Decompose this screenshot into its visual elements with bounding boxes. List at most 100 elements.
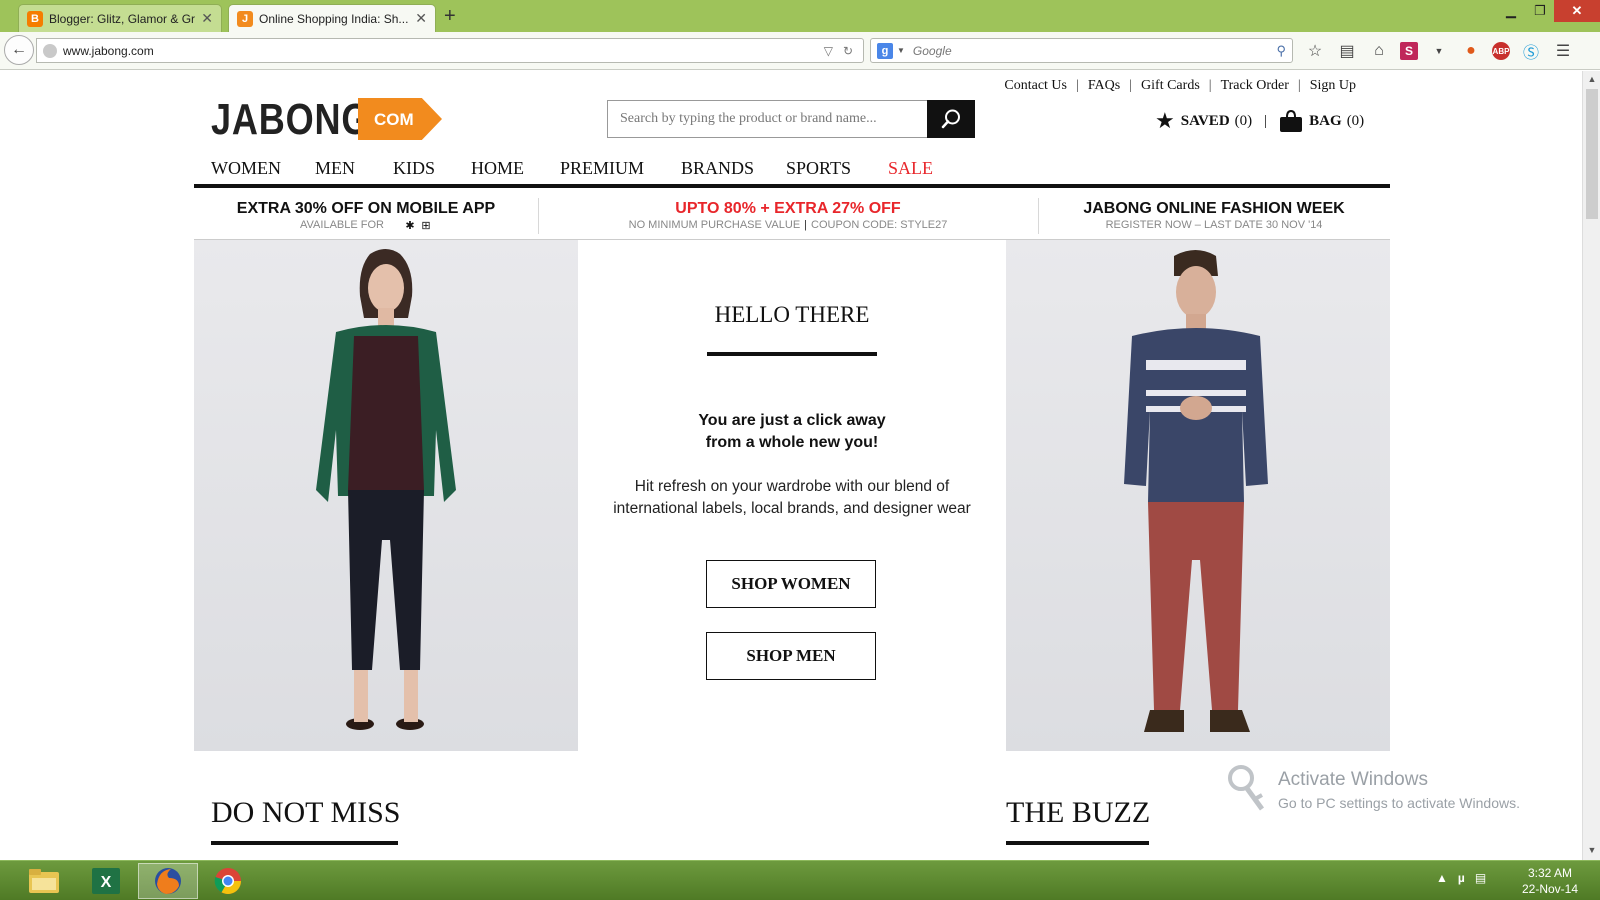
nav-sale[interactable]: SALE xyxy=(888,158,933,179)
browser-search-placeholder: Google xyxy=(912,43,952,58)
menu-icon[interactable]: ☰ xyxy=(1552,40,1574,62)
skype-icon[interactable]: Ⓢ xyxy=(1520,40,1542,62)
s-extension-icon[interactable]: S xyxy=(1400,42,1418,60)
promo-title: JABONG ONLINE FASHION WEEK xyxy=(1083,200,1345,217)
extension-dropdown-icon[interactable]: ▼ xyxy=(1428,40,1450,62)
nav-brands[interactable]: BRANDS xyxy=(681,158,754,179)
tab-label: Blogger: Glitz, Glamor & Gr... xyxy=(49,11,196,26)
nav-kids[interactable]: KIDS xyxy=(393,158,435,179)
firefox-taskbar-button[interactable] xyxy=(138,863,198,899)
excel-icon[interactable]: X xyxy=(76,863,136,899)
nav-premium[interactable]: PREMIUM xyxy=(560,158,644,179)
hero-title: HELLO THERE xyxy=(714,302,870,327)
adblock-icon[interactable]: ABP xyxy=(1492,42,1510,60)
restore-icon[interactable]: ❐ xyxy=(1526,0,1554,22)
key-icon xyxy=(1228,765,1265,811)
scroll-thumb[interactable] xyxy=(1586,89,1598,219)
engine-dropdown-icon[interactable]: ▼ xyxy=(897,46,905,55)
minimize-icon[interactable]: ▁ xyxy=(1496,0,1526,22)
bookmark-star-icon[interactable]: ☆ xyxy=(1304,40,1326,62)
close-window-icon[interactable]: ✕ xyxy=(1554,0,1600,22)
promo-title: UPTO 80% + EXTRA 27% OFF xyxy=(675,200,901,217)
jabong-logo[interactable]: JABONG COM xyxy=(211,93,442,144)
faqs-link[interactable]: FAQs xyxy=(1088,78,1120,94)
main-nav: WOMEN MEN KIDS HOME PREMIUM BRANDS SPORT… xyxy=(194,153,1390,188)
scroll-up-icon[interactable]: ▲ xyxy=(1583,74,1600,84)
saved-star-icon: ★ xyxy=(1155,108,1175,133)
jabong-icon: J xyxy=(237,10,253,27)
bag-count: (0) xyxy=(1346,112,1365,129)
nav-men[interactable]: MEN xyxy=(315,158,355,179)
site-search: Search by typing the product or brand na… xyxy=(607,100,975,138)
browser-toolbar-icons: ☆ ▤ ⌂ S ▼ ● ABP Ⓢ ☰ xyxy=(1304,40,1574,62)
browser-tab-jabong[interactable]: J Online Shopping India: Sh... ✕ xyxy=(228,4,436,32)
promo-subtitle-a: NO MINIMUM PURCHASE VALUE xyxy=(628,219,801,231)
promo-sale[interactable]: UPTO 80% + EXTRA 27% OFF NO MINIMUM PURC… xyxy=(538,200,1038,231)
promo-subtitle-b: COUPON CODE: STYLE27 xyxy=(811,219,948,231)
shop-women-button[interactable]: SHOP WOMEN xyxy=(706,560,876,608)
reading-list-icon[interactable]: ▤ xyxy=(1336,40,1358,62)
man-figure xyxy=(1124,250,1268,732)
firefox-icon xyxy=(155,868,181,894)
chrome-icon[interactable] xyxy=(198,863,258,899)
hero-tagline: You are just a click away from a whole n… xyxy=(578,410,1006,454)
browser-tab-blogger[interactable]: B Blogger: Glitz, Glamor & Gr... ✕ xyxy=(18,4,222,32)
hero-tagline-line-2: from a whole new you! xyxy=(705,434,879,451)
search-icon xyxy=(941,109,960,129)
nav-sports[interactable]: SPORTS xyxy=(786,158,851,179)
network-icon[interactable]: ▤ xyxy=(1475,871,1486,885)
system-tray: ▲ µ ▤ xyxy=(1436,871,1486,885)
logo-tag: COM xyxy=(358,98,442,140)
sign-up-link[interactable]: Sign Up xyxy=(1310,78,1356,94)
promo-subtitle: REGISTER NOW – LAST DATE 30 NOV '14 xyxy=(1105,219,1323,231)
fire-extension-icon[interactable]: ● xyxy=(1460,40,1482,62)
nav-home[interactable]: HOME xyxy=(471,158,524,179)
site-search-button[interactable] xyxy=(927,100,975,138)
shop-men-button[interactable]: SHOP MEN xyxy=(706,632,876,680)
url-bar[interactable]: www.jabong.com ▽ ↻ xyxy=(36,38,864,63)
scroll-down-icon[interactable]: ▼ xyxy=(1583,845,1600,855)
do-not-miss-heading: DO NOT MISS xyxy=(211,796,401,829)
new-tab-icon[interactable]: + xyxy=(444,5,456,28)
track-order-link[interactable]: Track Order xyxy=(1221,78,1289,94)
windows-icon[interactable]: ⊞ xyxy=(420,219,432,232)
gift-cards-link[interactable]: Gift Cards xyxy=(1141,78,1200,94)
bag-link[interactable]: BAG xyxy=(1309,113,1342,130)
contact-us-link[interactable]: Contact Us xyxy=(1004,78,1067,94)
account-links: ★ SAVED (0) | BAG (0) xyxy=(1155,108,1364,134)
promo-fashion-week[interactable]: JABONG ONLINE FASHION WEEK REGISTER NOW … xyxy=(1038,200,1390,231)
hero-banner: HELLO THERE You are just a click away fr… xyxy=(194,240,1390,751)
browser-navbar: ← www.jabong.com ▽ ↻ g ▼ Google ⚲ ☆ ▤ ⌂ … xyxy=(0,32,1600,70)
taskbar-clock[interactable]: 3:32 AM 22-Nov-14 xyxy=(1510,865,1590,897)
utorrent-icon[interactable]: µ xyxy=(1458,871,1465,885)
clock-date: 22-Nov-14 xyxy=(1521,882,1579,896)
women-model-image[interactable] xyxy=(194,240,578,751)
hero-content: HELLO THERE You are just a click away fr… xyxy=(578,240,1006,751)
tab-label: Online Shopping India: Sh... xyxy=(259,11,409,26)
hero-divider xyxy=(707,352,877,356)
browser-search-bar[interactable]: g ▼ Google ⚲ xyxy=(870,38,1293,63)
file-explorer-icon[interactable] xyxy=(14,863,74,899)
tray-expand-icon[interactable]: ▲ xyxy=(1436,871,1448,885)
site-search-input[interactable]: Search by typing the product or brand na… xyxy=(607,100,927,138)
google-icon[interactable]: g xyxy=(877,42,893,59)
logo-wordmark: JABONG xyxy=(211,95,371,144)
men-model-image[interactable] xyxy=(1006,240,1390,751)
reload-icon[interactable]: ↻ xyxy=(843,44,853,58)
tab-close-icon[interactable]: ✕ xyxy=(415,10,427,27)
search-icon[interactable]: ⚲ xyxy=(1276,43,1286,59)
tab-close-icon[interactable]: ✕ xyxy=(201,10,213,27)
home-icon[interactable]: ⌂ xyxy=(1368,40,1390,62)
nav-women[interactable]: WOMEN xyxy=(211,158,281,179)
watermark-subtitle: Go to PC settings to activate Windows. xyxy=(1278,795,1520,811)
svg-text:X: X xyxy=(101,874,112,891)
dropdown-icon[interactable]: ▽ xyxy=(824,44,833,58)
back-button[interactable]: ← xyxy=(4,35,34,65)
android-icon[interactable]: ✱ xyxy=(404,219,416,232)
the-buzz-heading: THE BUZZ xyxy=(1006,796,1151,829)
promo-mobile-app[interactable]: EXTRA 30% OFF ON MOBILE APP AVAILABLE FO… xyxy=(194,200,538,232)
page-scrollbar[interactable]: ▲ ▼ xyxy=(1582,71,1600,860)
saved-link[interactable]: SAVED xyxy=(1181,113,1230,130)
promo-subtitle: AVAILABLE FOR xyxy=(300,219,384,231)
apple-icon[interactable] xyxy=(388,219,400,231)
